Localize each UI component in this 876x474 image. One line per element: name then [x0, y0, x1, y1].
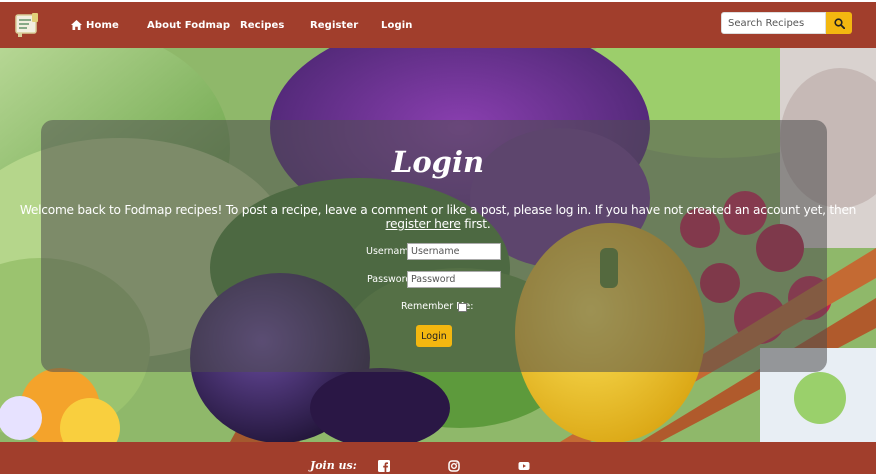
welcome-text: Welcome back to Fodmap recipes! To post …: [19, 203, 857, 217]
nav-home[interactable]: Home: [71, 2, 119, 48]
recipe-board-icon[interactable]: [13, 11, 41, 39]
login-button[interactable]: Login: [416, 325, 452, 347]
footer: [0, 442, 876, 474]
nav-home-label: Home: [86, 19, 119, 31]
username-field[interactable]: [407, 243, 501, 260]
nav-login[interactable]: Login: [381, 2, 412, 48]
search-icon: [833, 17, 845, 29]
nav-login-label: Login: [381, 19, 413, 31]
join-us-label: Join us:: [310, 459, 357, 472]
nav-about-label: About Fodmap: [147, 19, 231, 31]
youtube-icon[interactable]: [518, 460, 530, 472]
nav-recipes-label: Recipes: [240, 19, 285, 31]
home-icon: [71, 20, 82, 30]
nav-register-label: Register: [310, 19, 359, 31]
search-input[interactable]: [721, 12, 826, 34]
nav-recipes[interactable]: Recipes: [240, 2, 284, 48]
remember-me-checkbox[interactable]: [458, 303, 467, 312]
page-title: Login: [391, 145, 485, 179]
nav-register[interactable]: Register: [310, 2, 358, 48]
password-field[interactable]: [407, 271, 501, 288]
welcome-text-end: first.: [460, 217, 491, 231]
facebook-icon[interactable]: [378, 460, 390, 472]
register-here-link[interactable]: register here: [386, 217, 461, 231]
search-button[interactable]: [826, 12, 852, 34]
welcome-message: Welcome back to Fodmap recipes! To post …: [0, 203, 876, 231]
nav-about-fodmap[interactable]: About Fodmap: [147, 2, 230, 48]
instagram-icon[interactable]: [448, 460, 460, 472]
